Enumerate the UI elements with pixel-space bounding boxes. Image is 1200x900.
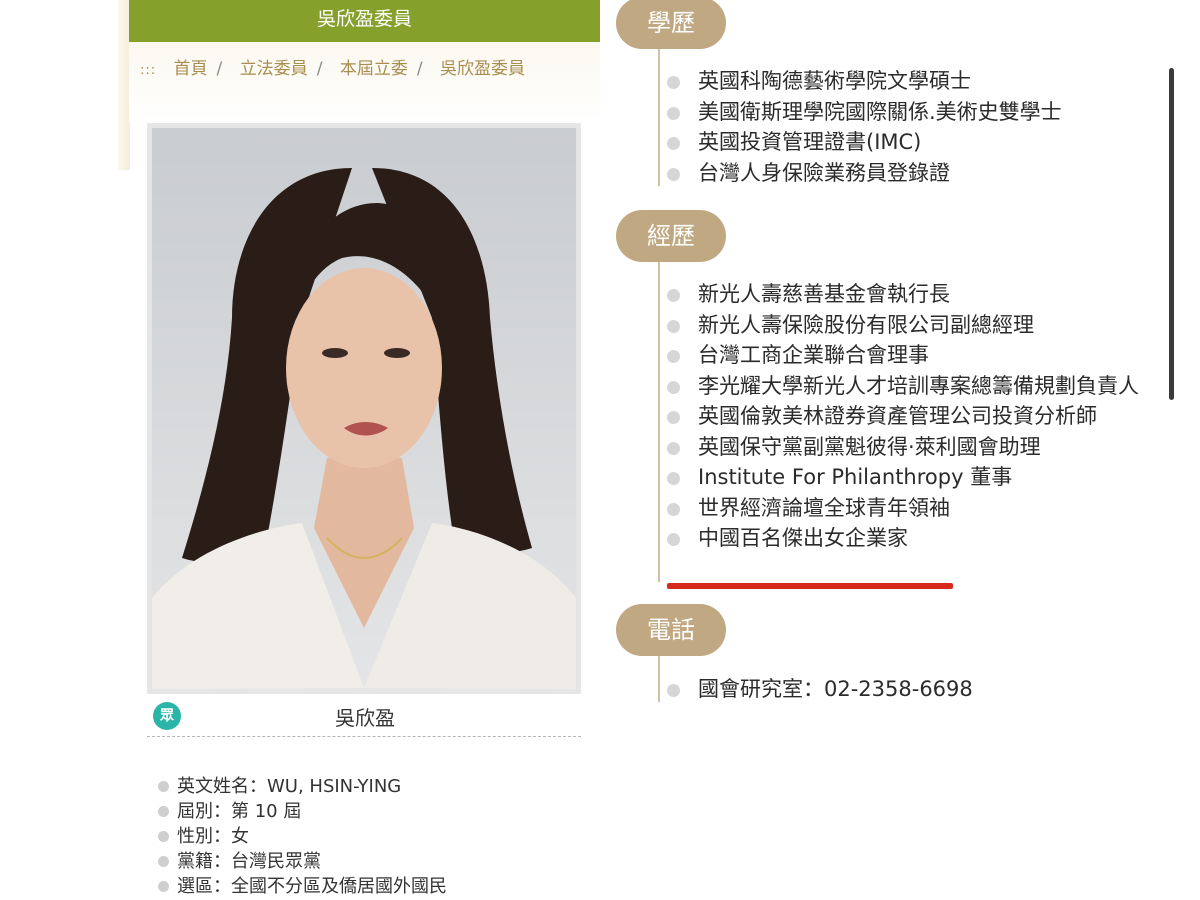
education-list: 英國科陶德藝術學院文學碩士 美國衛斯理學院國際關係.美術史雙學士 英國投資管理證… bbox=[667, 66, 1157, 188]
bullet-icon bbox=[667, 411, 680, 424]
party-badge-icon: 眾 bbox=[153, 702, 181, 730]
bullet-icon bbox=[158, 780, 169, 792]
bullet-icon bbox=[158, 880, 169, 892]
highlight-underline bbox=[667, 583, 953, 589]
breadcrumb-current-term-link[interactable]: 本屆立委 bbox=[340, 59, 408, 79]
page-title-bar: 吳欣盈委員 bbox=[129, 0, 600, 42]
section-tag-experience: 經歷 bbox=[616, 210, 726, 262]
info-party: 黨籍：台灣民眾黨 bbox=[158, 849, 447, 874]
bullet-icon bbox=[667, 106, 680, 120]
list-item: 美國衛斯理學院國際關係.美術史雙學士 bbox=[667, 97, 1157, 128]
member-name: 吳欣盈 bbox=[335, 706, 395, 730]
timeline-line bbox=[658, 240, 660, 582]
bullet-icon bbox=[667, 441, 680, 455]
timeline-line bbox=[658, 30, 660, 186]
section-tag-education: 學歷 bbox=[616, 0, 726, 49]
list-item: 英國倫敦美林證券資產管理公司投資分析師 bbox=[667, 401, 1157, 432]
breadcrumb-legislators-link[interactable]: 立法委員 bbox=[240, 59, 308, 79]
bullet-icon bbox=[667, 137, 680, 150]
breadcrumb-prefix: ::: bbox=[140, 63, 157, 78]
breadcrumb: ::: 首頁 / 立法委員 / 本屆立委 / 吳欣盈委員 bbox=[140, 54, 525, 80]
bullet-icon bbox=[667, 167, 680, 181]
phone-list: 國會研究室：02-2358-6698 bbox=[667, 674, 1157, 705]
list-item: 國會研究室：02-2358-6698 bbox=[667, 674, 1157, 705]
bullet-icon bbox=[158, 855, 169, 867]
breadcrumb-separator: / bbox=[416, 59, 423, 79]
bullet-icon bbox=[667, 684, 680, 697]
list-item: 中國百名傑出女企業家 bbox=[667, 523, 1157, 554]
info-gender: 性別：女 bbox=[158, 824, 447, 849]
list-item: 台灣工商企業聯合會理事 bbox=[667, 340, 1157, 371]
list-item: 世界經濟論壇全球青年領袖 bbox=[667, 493, 1157, 524]
bullet-icon bbox=[667, 380, 680, 394]
info-english-name: 英文姓名：WU, HSIN-YING bbox=[158, 774, 447, 799]
list-item: 新光人壽保險股份有限公司副總經理 bbox=[667, 310, 1157, 341]
bullet-icon bbox=[158, 830, 169, 842]
list-item: 英國科陶德藝術學院文學碩士 bbox=[667, 66, 1157, 97]
section-tag-phone: 電話 bbox=[616, 604, 726, 656]
info-term: 屆別：第 10 屆 bbox=[158, 799, 447, 824]
bullet-icon bbox=[667, 350, 680, 363]
member-info-list: 英文姓名：WU, HSIN-YING 屆別：第 10 屆 性別：女 黨籍：台灣民… bbox=[158, 774, 447, 899]
info-constituency: 選區：全國不分區及僑居國外國民 bbox=[158, 874, 447, 899]
list-item: 新光人壽慈善基金會執行長 bbox=[667, 279, 1157, 310]
list-item: 英國保守黨副黨魁彼得·萊利國會助理 bbox=[667, 432, 1157, 463]
bullet-icon bbox=[667, 76, 680, 89]
breadcrumb-current-page[interactable]: 吳欣盈委員 bbox=[440, 59, 525, 79]
list-item: 台灣人身保險業務員登錄證 bbox=[667, 158, 1157, 189]
bullet-icon bbox=[667, 472, 680, 485]
breadcrumb-home-link[interactable]: 首頁 bbox=[174, 59, 208, 79]
list-item: Institute For Philanthropy 董事 bbox=[667, 462, 1157, 493]
bullet-icon bbox=[667, 319, 680, 333]
list-item: 李光耀大學新光人才培訓專案總籌備規劃負責人 bbox=[667, 371, 1157, 402]
bullet-icon bbox=[667, 289, 680, 302]
bullet-icon bbox=[667, 533, 680, 546]
page-title: 吳欣盈委員 bbox=[316, 8, 412, 30]
divider bbox=[147, 736, 581, 737]
member-photo bbox=[147, 123, 581, 694]
experience-list: 新光人壽慈善基金會執行長 新光人壽保險股份有限公司副總經理 台灣工商企業聯合會理… bbox=[667, 279, 1157, 554]
breadcrumb-separator: / bbox=[216, 59, 223, 79]
legislator-profile-page: 吳欣盈委員 ::: 首頁 / 立法委員 / 本屆立委 / 吳欣盈委員 眾 吳欣盈… bbox=[0, 0, 1200, 900]
portrait-illustration bbox=[152, 128, 576, 689]
scrollbar[interactable] bbox=[1169, 68, 1174, 400]
bullet-icon bbox=[158, 805, 169, 817]
breadcrumb-separator: / bbox=[316, 59, 323, 79]
list-item: 英國投資管理證書(IMC) bbox=[667, 127, 1157, 158]
bullet-icon bbox=[667, 502, 680, 516]
